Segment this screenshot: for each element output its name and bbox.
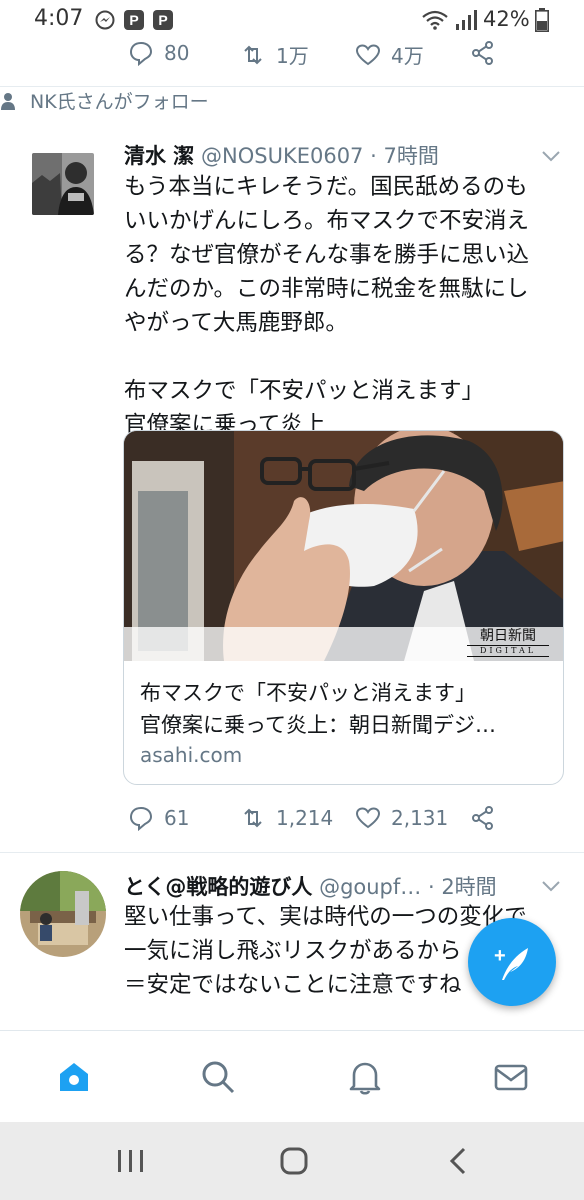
share-button[interactable] (470, 40, 496, 66)
p-app-icon: P (124, 10, 144, 30)
mail-icon[interactable] (493, 1059, 529, 1095)
reply-count: 61 (164, 806, 190, 830)
home-icon[interactable] (56, 1059, 92, 1095)
reply-button[interactable]: 80 (128, 40, 189, 66)
heart-icon (355, 43, 381, 65)
compose-tweet-button[interactable]: + (468, 918, 556, 1006)
display-name[interactable]: 清水 潔 (124, 144, 194, 168)
watermark-title: 朝日新聞 (480, 628, 536, 644)
svg-text:P: P (158, 12, 167, 28)
tweet-actions: 61 1,214 2,131 (0, 805, 584, 841)
battery-percent: 42% (483, 7, 530, 31)
heart-icon (355, 807, 381, 829)
reply-button[interactable]: 61 (128, 805, 189, 831)
social-context-text: NK氏さんがフォロー (30, 91, 209, 113)
like-button[interactable]: 4万 (355, 40, 424, 69)
battery-icon (535, 8, 549, 32)
bell-icon[interactable] (347, 1059, 383, 1095)
signal-icon (456, 10, 477, 30)
chevron-down-icon[interactable] (540, 145, 562, 167)
search-icon[interactable] (200, 1059, 236, 1095)
share-icon (472, 806, 493, 830)
watermark-subtitle: DIGITAL (467, 645, 549, 657)
tweet-time: · 7時間 (370, 144, 439, 168)
bottom-nav (0, 1030, 584, 1122)
link-card[interactable]: 朝日新聞 DIGITAL 布マスクで「不安パッと消えます」 官僚案に乗って炎上：… (123, 430, 564, 785)
reply-icon (129, 806, 153, 831)
retweet-icon (244, 45, 262, 64)
fab-plus: + (494, 945, 506, 967)
avatar-image (20, 871, 106, 957)
system-nav-bar (0, 1122, 584, 1200)
retweet-button[interactable]: 1,214 (240, 805, 333, 831)
like-button[interactable]: 2,131 (355, 805, 448, 831)
status-time: 4:07 (34, 6, 84, 31)
share-button[interactable] (470, 805, 496, 831)
card-title: 布マスクで「不安パッと消えます」 官僚案に乗って炎上：朝日新聞デジ… (140, 681, 496, 737)
retweet-icon (244, 808, 262, 828)
recent-apps-icon[interactable] (114, 1144, 148, 1178)
avatar[interactable] (20, 871, 106, 957)
retweet-button[interactable]: 1万 (240, 40, 309, 69)
like-count: 2,131 (391, 806, 449, 830)
reply-icon (129, 41, 153, 66)
asahi-watermark: 朝日新聞 DIGITAL (467, 627, 549, 661)
compose-quill-icon: + (494, 945, 528, 980)
user-handle[interactable]: @NOSUKE0607 (201, 144, 363, 168)
avatar[interactable] (32, 153, 94, 215)
tweet-time: · 2時間 (427, 875, 497, 899)
user-handle[interactable]: @goupf… (319, 875, 421, 899)
social-context: NK氏さんがフォロー (0, 87, 584, 114)
prev-tweet-actions: 80 1万 4万 (0, 40, 584, 76)
svg-text:P: P (129, 12, 138, 28)
display-name[interactable]: とく@戦略的遊び人 (124, 875, 312, 899)
p-app-icon-2: P (153, 10, 173, 30)
wifi-icon (422, 10, 448, 30)
back-icon[interactable] (442, 1144, 476, 1178)
chevron-down-icon[interactable] (540, 875, 562, 897)
tweet-header: とく@戦略的遊び人 @goupf… · 2時間 (124, 871, 534, 901)
share-icon (472, 41, 493, 65)
avatar-image (32, 153, 94, 215)
retweet-count: 1,214 (276, 806, 334, 830)
retweet-count: 1万 (276, 44, 309, 68)
reply-count: 80 (164, 41, 190, 65)
messenger-icon (95, 10, 115, 30)
tweet[interactable]: NK氏さんがフォロー 清水 潔 @NOSUKE0607 · 7時間 もう本当にキ… (0, 87, 584, 849)
like-count: 4万 (391, 44, 424, 68)
tweet-text: もう本当にキレそうだ。国民舐めるのも いいかげんにしろ。布マスクで不安消え る？… (124, 174, 530, 438)
home-button-icon[interactable] (277, 1144, 311, 1178)
status-bar: 4:07 P P 42% (0, 0, 584, 40)
card-domain: asahi.com (140, 743, 243, 767)
person-icon (1, 92, 15, 110)
tweet-header: 清水 潔 @NOSUKE0607 · 7時間 (124, 140, 524, 170)
